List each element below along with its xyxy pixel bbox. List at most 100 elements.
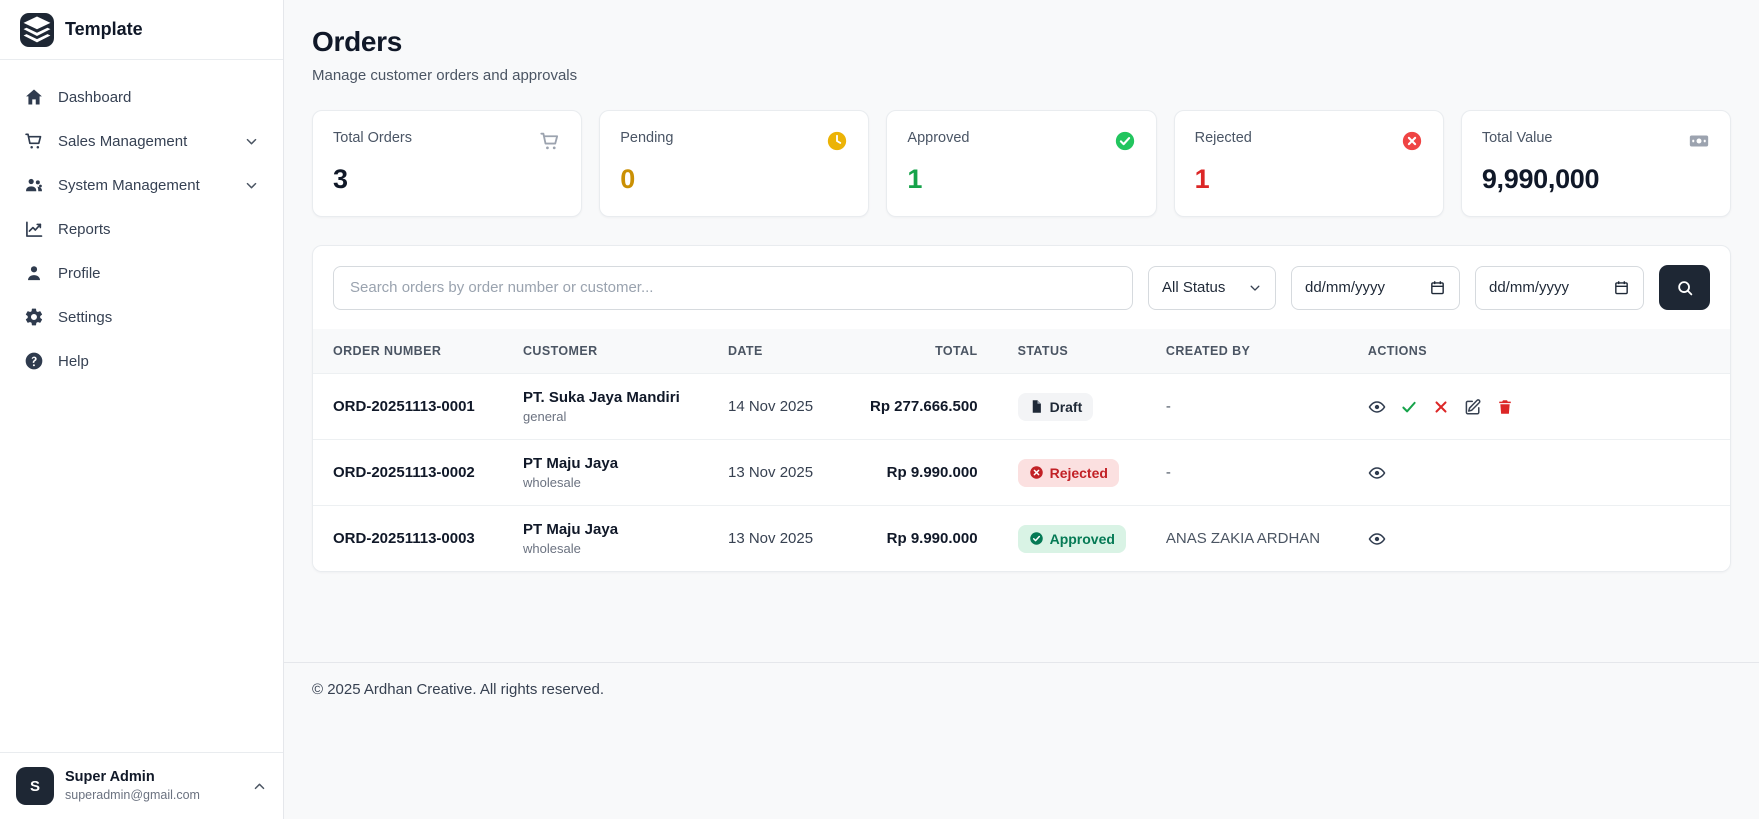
page-title: Orders: [312, 26, 403, 57]
table-header-row: Order Number Customer Date Total Status …: [313, 329, 1730, 374]
order-date: 14 Nov 2025: [708, 373, 850, 440]
column-header-order-number: Order Number: [313, 329, 503, 374]
home-icon: [24, 87, 44, 107]
view-action-button[interactable]: [1368, 530, 1386, 548]
table-row: ORD-20251113-0003 PT Maju Jaya wholesale 13…: [313, 505, 1730, 571]
column-header-created-by: Created By: [1145, 329, 1348, 374]
customer-cell: PT Maju Jaya wholesale: [503, 505, 708, 571]
customer-cell: PT Maju Jaya wholesale: [503, 439, 708, 506]
date-from-input[interactable]: dd/mm/yyyy: [1291, 265, 1460, 310]
order-date: 13 Nov 2025: [708, 439, 850, 506]
view-action-button[interactable]: [1368, 464, 1386, 482]
brand-name: Template: [65, 19, 143, 39]
stat-card-total-value: Total Value 9,990,000: [1460, 110, 1732, 217]
calendar-icon: [1613, 279, 1630, 296]
edit-icon: [1464, 398, 1482, 416]
sidebar-item-label: Sales Management: [58, 132, 188, 150]
sidebar-item-label: Dashboard: [58, 88, 132, 106]
sidebar-item-reports[interactable]: Reports: [12, 208, 271, 250]
stat-label: Rejected: [1194, 130, 1252, 146]
chevron-down-icon: [244, 134, 259, 149]
status-badge: Approved: [1017, 524, 1126, 553]
date-to-input[interactable]: dd/mm/yyyy: [1475, 265, 1644, 310]
x-circle-badge-icon: [1029, 465, 1044, 480]
chart-icon: [24, 219, 44, 239]
search-button[interactable]: [1659, 265, 1710, 310]
customer-cell: PT. Suka Jaya Mandiri general: [503, 373, 708, 440]
sidebar-item-help[interactable]: Help: [12, 340, 271, 382]
user-icon: [24, 263, 44, 283]
check-icon: [1400, 398, 1418, 416]
column-header-status: Status: [997, 329, 1146, 374]
order-total: Rp 9.990.000: [850, 439, 998, 506]
sidebar-item-dashboard[interactable]: Dashboard: [12, 76, 271, 118]
filter-bar: All Status dd/mm/yyyy dd/mm/yyyy: [313, 246, 1730, 329]
customer-type: general: [523, 409, 567, 424]
reject-action-button[interactable]: [1432, 398, 1450, 416]
view-action-button[interactable]: [1368, 398, 1386, 416]
stat-label: Total Value: [1481, 130, 1553, 146]
cart-icon: [539, 130, 561, 152]
date-to-value: dd/mm/yyyy: [1489, 279, 1570, 296]
table-row: ORD-20251113-0002 PT Maju Jaya wholesale 13…: [313, 439, 1730, 506]
eye-icon: [1368, 398, 1386, 416]
footer: © 2025 Ardhan Creative. All rights reser…: [284, 662, 1759, 716]
main-area: Orders Manage customer orders and approv…: [284, 0, 1759, 819]
orders-table: Order Number Customer Date Total Status …: [313, 329, 1730, 571]
eye-icon: [1368, 464, 1386, 482]
sidebar-item-sales-management[interactable]: Sales Management: [12, 120, 271, 162]
column-header-actions: Actions: [1347, 329, 1730, 374]
check-circle-icon: [1114, 130, 1136, 152]
stat-value: 3: [333, 164, 348, 194]
column-header-date: Date: [708, 329, 850, 374]
gear-icon: [24, 307, 44, 327]
search-icon: [1676, 279, 1694, 297]
customer-name: PT Maju Jaya: [523, 455, 619, 472]
sidebar-item-label: Profile: [58, 264, 101, 282]
sidebar-nav: Dashboard Sales Management System Manageme…: [0, 60, 283, 752]
status-cell: Approved: [997, 505, 1146, 571]
brand-logo[interactable]: Template: [0, 0, 283, 60]
stat-label: Total Orders: [333, 130, 412, 146]
stat-value: 1: [907, 164, 923, 194]
sidebar-item-profile[interactable]: Profile: [12, 252, 271, 294]
actions-cell: [1347, 505, 1730, 571]
stat-value: 9,990,000: [1481, 164, 1600, 194]
chevron-down-icon: [1248, 281, 1262, 295]
stat-card-approved: Approved 1: [886, 110, 1157, 217]
stat-label: Pending: [620, 130, 674, 146]
date-from-value: dd/mm/yyyy: [1305, 279, 1386, 296]
page-subtitle: Manage customer orders and approvals: [312, 67, 578, 84]
user-profile-card[interactable]: S Super Admin superadmin@gmail.com: [0, 752, 283, 819]
delete-action-button[interactable]: [1496, 398, 1514, 416]
search-input[interactable]: [333, 265, 1133, 310]
table-row: ORD-20251113-0001 PT. Suka Jaya Mandiri ge…: [313, 373, 1730, 440]
customer-type: wholesale: [523, 475, 581, 490]
status-cell: Rejected: [997, 439, 1146, 506]
status-filter-select[interactable]: All Status: [1148, 265, 1276, 310]
check-circle-badge-icon: [1029, 531, 1044, 546]
clock-icon: [826, 130, 848, 152]
app-window: Template Dashboard Sales Management System…: [0, 0, 1759, 819]
sidebar-item-settings[interactable]: Settings: [12, 296, 271, 338]
chevron-down-icon: [244, 178, 259, 193]
cart-icon: [24, 131, 44, 151]
customer-type: wholesale: [523, 541, 581, 556]
edit-action-button[interactable]: [1464, 398, 1482, 416]
calendar-icon: [1429, 279, 1446, 296]
approve-action-button[interactable]: [1400, 398, 1418, 416]
x-icon: [1432, 398, 1450, 416]
customer-name: PT Maju Jaya: [523, 521, 619, 538]
sidebar-item-label: System Management: [58, 176, 200, 194]
chevron-up-icon: [252, 779, 267, 794]
sidebar-item-label: Reports: [58, 220, 111, 238]
trash-icon: [1496, 398, 1514, 416]
created-by: -: [1145, 439, 1348, 506]
document-icon: [1029, 399, 1044, 414]
column-header-customer: Customer: [503, 329, 708, 374]
order-number: ORD-20251113-0003: [313, 505, 503, 571]
sidebar-item-label: Help: [58, 352, 89, 370]
sidebar-item-label: Settings: [58, 308, 113, 326]
sidebar-item-system-management[interactable]: System Management: [12, 164, 271, 206]
order-total: Rp 277.666.500: [850, 373, 998, 440]
